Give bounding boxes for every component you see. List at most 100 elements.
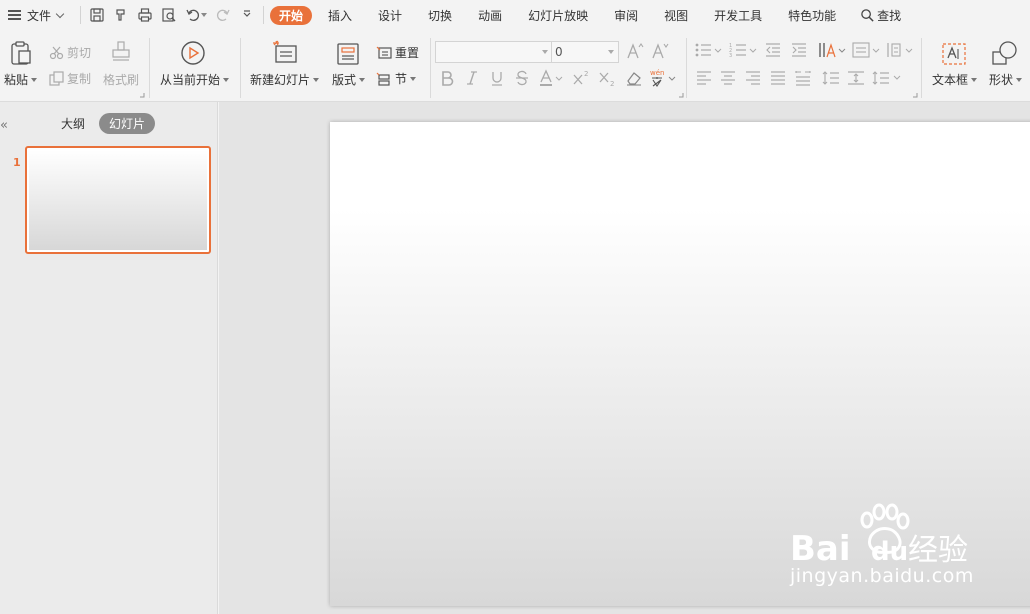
clear-formatting-icon[interactable] [625, 69, 643, 87]
text-direction-icon[interactable] [818, 40, 846, 60]
format-painter-label: 格式刷 [103, 73, 140, 87]
tab-review[interactable]: 审阅 [614, 0, 638, 30]
increase-indent-icon[interactable] [791, 42, 807, 58]
line-spacing-options-icon[interactable] [872, 70, 902, 86]
bullets-icon[interactable] [694, 42, 722, 58]
slide-navigation-panel: « 大纲 幻灯片 1 [0, 102, 218, 614]
paste-button[interactable]: 粘贴 [4, 71, 38, 88]
font-name-select[interactable] [435, 41, 553, 63]
phonetic-guide-icon[interactable]: wén [649, 68, 677, 88]
tab-transitions[interactable]: 切换 [428, 0, 452, 30]
textbox-dropdown-icon[interactable] [971, 77, 978, 82]
play-from-current-button[interactable]: 从当前开始 [160, 71, 230, 88]
ribbon-toolbar: 粘贴 剪切 复制 格式刷 从当前开始 新建幻灯片 版式 重置 节 0 2 2 w… [0, 30, 1030, 102]
reset-button[interactable]: 重置 [376, 44, 419, 61]
section-button[interactable]: 节 [376, 70, 417, 87]
print-icon[interactable] [133, 0, 157, 30]
textbox-button[interactable]: 文本框 [932, 71, 978, 88]
undo-icon[interactable] [181, 0, 211, 30]
strikethrough-icon[interactable] [515, 70, 529, 86]
save-icon[interactable] [85, 0, 109, 30]
slide-thumbnail-preview [29, 150, 207, 250]
reset-icon [376, 46, 392, 59]
bold-icon[interactable] [440, 70, 454, 86]
cut-button[interactable]: 剪切 [49, 44, 91, 61]
paragraph-dialog-launcher-icon[interactable] [912, 92, 918, 98]
format-painter-quick-icon[interactable] [109, 0, 133, 30]
chevron-down-icon [55, 9, 65, 18]
increase-font-size-icon[interactable] [626, 42, 644, 60]
justify-icon[interactable] [770, 70, 786, 86]
shape-button[interactable]: 形状 [989, 71, 1023, 88]
customize-toolbar-icon[interactable] [235, 0, 259, 30]
new-slide-icon[interactable] [272, 40, 300, 66]
scissors-icon [49, 46, 64, 59]
tab-outline[interactable]: 大纲 [61, 113, 85, 134]
decrease-indent-icon[interactable] [765, 42, 781, 58]
new-slide-button[interactable]: 新建幻灯片 [250, 71, 320, 88]
divider [263, 6, 264, 24]
play-from-current-label: 从当前开始 [160, 73, 221, 87]
distribute-icon[interactable] [795, 70, 811, 86]
paste-dropdown-icon[interactable] [31, 77, 38, 82]
italic-icon[interactable] [466, 70, 478, 86]
clipboard-dialog-launcher-icon[interactable] [139, 92, 145, 98]
collapse-panel-icon[interactable]: « [0, 118, 8, 133]
layout-icon[interactable] [336, 42, 360, 66]
align-left-icon[interactable] [696, 70, 712, 86]
section-dropdown-icon[interactable] [410, 76, 417, 81]
copy-icon [49, 71, 64, 86]
tab-design[interactable]: 设计 [378, 0, 402, 30]
watermark-product: 经验 [908, 533, 968, 568]
print-preview-icon[interactable] [157, 0, 181, 30]
align-right-icon[interactable] [745, 70, 761, 86]
file-menu-button[interactable]: 文件 [0, 0, 76, 30]
smart-art-convert-icon[interactable] [886, 41, 914, 59]
shape-icon[interactable] [991, 40, 1019, 66]
line-spacing-icon[interactable] [822, 70, 840, 86]
tab-insert[interactable]: 插入 [328, 0, 352, 30]
textbox-icon[interactable] [941, 42, 967, 66]
redo-icon[interactable] [211, 0, 235, 30]
tab-developer[interactable]: 开发工具 [714, 0, 762, 30]
play-dropdown-icon[interactable] [223, 77, 230, 82]
new-slide-dropdown-icon[interactable] [313, 77, 320, 82]
text-align-box-icon[interactable] [852, 42, 880, 58]
svg-text:3: 3 [729, 53, 732, 58]
font-name-dropdown-icon[interactable] [542, 50, 548, 54]
font-size-select[interactable]: 0 [551, 41, 619, 63]
subscript-icon[interactable]: 2 [598, 69, 616, 87]
format-painter-button[interactable]: 格式刷 [103, 71, 139, 88]
decrease-font-size-icon[interactable] [651, 42, 669, 60]
font-color-icon[interactable] [539, 69, 563, 87]
align-center-icon[interactable] [720, 70, 736, 86]
tab-slideshow[interactable]: 幻灯片放映 [528, 0, 588, 30]
tab-home[interactable]: 开始 [270, 5, 313, 25]
search-button[interactable]: 查找 [860, 0, 901, 30]
slide-thumbnail[interactable] [25, 146, 211, 254]
slide-number: 1 [13, 156, 21, 169]
tab-animations[interactable]: 动画 [478, 0, 502, 30]
copy-button[interactable]: 复制 [49, 70, 91, 87]
divider [240, 38, 241, 98]
tab-slides[interactable]: 幻灯片 [99, 113, 156, 134]
shape-dropdown-icon[interactable] [1016, 77, 1023, 82]
paste-icon[interactable] [9, 40, 33, 66]
cut-label: 剪切 [67, 46, 92, 60]
tab-view[interactable]: 视图 [664, 0, 688, 30]
textbox-label: 文本框 [932, 73, 969, 87]
undo-dropdown-icon[interactable] [201, 13, 207, 17]
layout-button[interactable]: 版式 [332, 71, 366, 88]
underline-icon[interactable] [490, 70, 504, 86]
paragraph-spacing-icon[interactable] [847, 70, 865, 86]
divider [921, 38, 922, 98]
numbering-icon[interactable]: 123 [729, 42, 757, 58]
font-dialog-launcher-icon[interactable] [678, 92, 684, 98]
format-painter-icon[interactable] [110, 40, 132, 64]
font-size-dropdown-icon[interactable] [608, 50, 614, 54]
play-icon[interactable] [180, 40, 206, 66]
superscript-icon[interactable]: 2 [572, 69, 590, 87]
watermark-brand-du: du [871, 537, 908, 567]
layout-dropdown-icon[interactable] [359, 77, 366, 82]
tab-special-features[interactable]: 特色功能 [788, 0, 836, 30]
